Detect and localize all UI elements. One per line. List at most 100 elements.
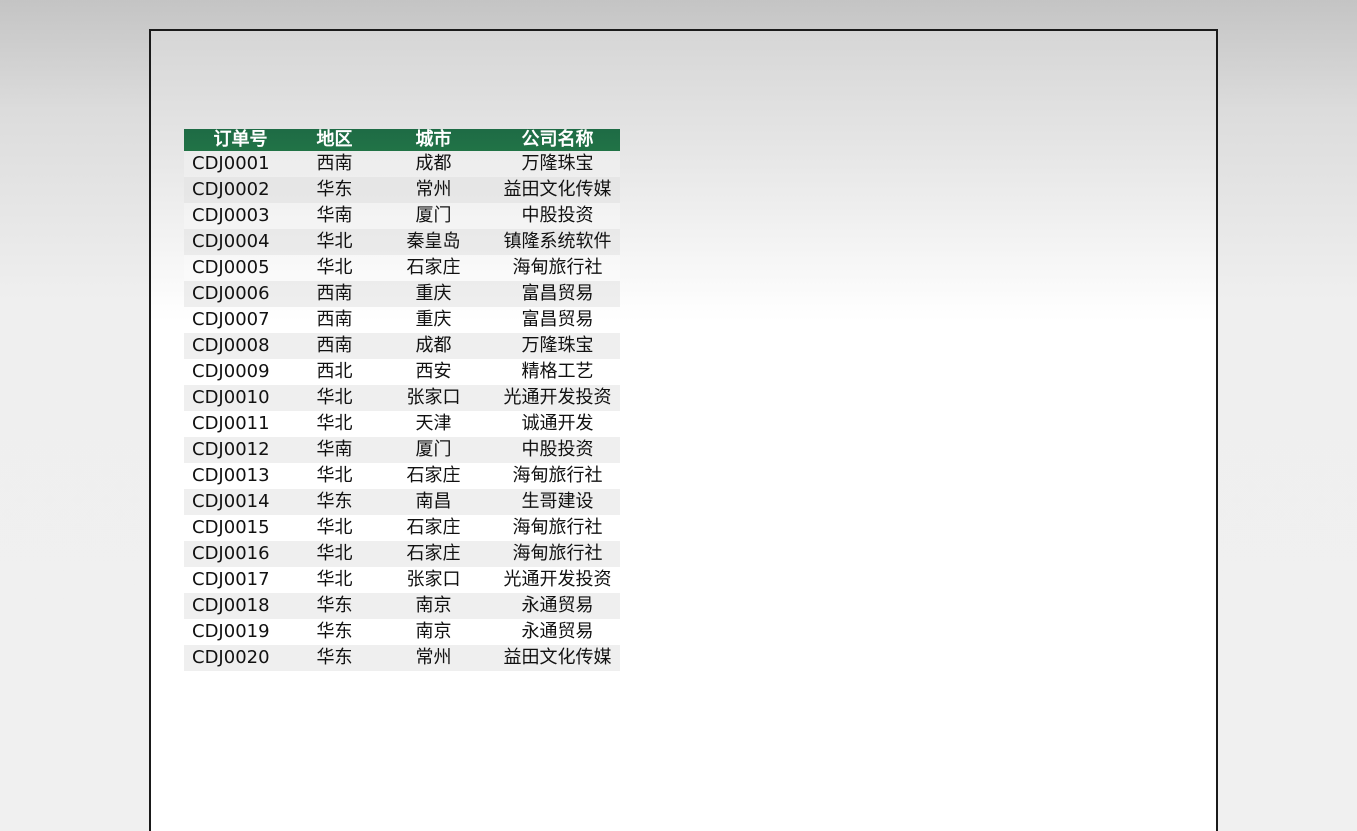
table-row: CDJ0019 华东 南京 永通贸易 <box>184 619 620 645</box>
cell-city[interactable]: 南昌 <box>372 489 495 515</box>
table-body: CDJ0001 西南 成都 万隆珠宝 CDJ0002 华东 常州 益田文化传媒 CDJ0003 华… <box>184 151 620 671</box>
cell-region[interactable]: 华北 <box>297 411 372 437</box>
table-row: CDJ0006 西南 重庆 富昌贸易 <box>184 281 620 307</box>
cell-order-id[interactable]: CDJ0010 <box>184 385 297 411</box>
table-row: CDJ0005 华北 石家庄 海甸旅行社 <box>184 255 620 281</box>
cell-region[interactable]: 西南 <box>297 151 372 177</box>
cell-company-name[interactable]: 益田文化传媒 <box>495 177 620 203</box>
cell-company-name[interactable]: 海甸旅行社 <box>495 255 620 281</box>
header-company-name[interactable]: 公司名称 <box>495 129 620 151</box>
cell-order-id[interactable]: CDJ0009 <box>184 359 297 385</box>
cell-order-id[interactable]: CDJ0013 <box>184 463 297 489</box>
cell-city[interactable]: 石家庄 <box>372 255 495 281</box>
table-header-row: 订单号 地区 城市 公司名称 <box>184 129 620 151</box>
orders-table: 订单号 地区 城市 公司名称 CDJ0001 西南 成都 万隆珠宝 CDJ0002 华东常… <box>184 129 620 671</box>
cell-city[interactable]: 重庆 <box>372 281 495 307</box>
table-row: CDJ0008 西南 成都 万隆珠宝 <box>184 333 620 359</box>
cell-order-id[interactable]: CDJ0020 <box>184 645 297 671</box>
cell-region[interactable]: 华东 <box>297 619 372 645</box>
cell-company-name[interactable]: 永通贸易 <box>495 619 620 645</box>
cell-order-id[interactable]: CDJ0016 <box>184 541 297 567</box>
table-row: CDJ0016 华北 石家庄 海甸旅行社 <box>184 541 620 567</box>
cell-city[interactable]: 南京 <box>372 593 495 619</box>
cell-order-id[interactable]: CDJ0004 <box>184 229 297 255</box>
cell-order-id[interactable]: CDJ0011 <box>184 411 297 437</box>
cell-city[interactable]: 厦门 <box>372 203 495 229</box>
cell-company-name[interactable]: 光通开发投资 <box>495 567 620 593</box>
cell-region[interactable]: 西南 <box>297 307 372 333</box>
cell-city[interactable]: 成都 <box>372 333 495 359</box>
cell-region[interactable]: 华东 <box>297 489 372 515</box>
cell-company-name[interactable]: 永通贸易 <box>495 593 620 619</box>
cell-order-id[interactable]: CDJ0007 <box>184 307 297 333</box>
header-region[interactable]: 地区 <box>297 129 372 151</box>
table-row: CDJ0015 华北 石家庄 海甸旅行社 <box>184 515 620 541</box>
cell-city[interactable]: 重庆 <box>372 307 495 333</box>
cell-region[interactable]: 华东 <box>297 645 372 671</box>
cell-region[interactable]: 华北 <box>297 463 372 489</box>
cell-region[interactable]: 西北 <box>297 359 372 385</box>
cell-order-id[interactable]: CDJ0018 <box>184 593 297 619</box>
cell-region[interactable]: 西南 <box>297 281 372 307</box>
cell-order-id[interactable]: CDJ0014 <box>184 489 297 515</box>
cell-company-name[interactable]: 精格工艺 <box>495 359 620 385</box>
header-order-id[interactable]: 订单号 <box>184 129 297 151</box>
cell-company-name[interactable]: 诚通开发 <box>495 411 620 437</box>
table-row: CDJ0002 华东 常州 益田文化传媒 <box>184 177 620 203</box>
table-row: CDJ0013 华北 石家庄 海甸旅行社 <box>184 463 620 489</box>
cell-order-id[interactable]: CDJ0017 <box>184 567 297 593</box>
cell-city[interactable]: 常州 <box>372 177 495 203</box>
cell-company-name[interactable]: 光通开发投资 <box>495 385 620 411</box>
cell-city[interactable]: 石家庄 <box>372 515 495 541</box>
cell-order-id[interactable]: CDJ0001 <box>184 151 297 177</box>
cell-city[interactable]: 西安 <box>372 359 495 385</box>
document-page: 订单号 地区 城市 公司名称 CDJ0001 西南 成都 万隆珠宝 CDJ0002 华东常… <box>149 29 1218 831</box>
cell-city[interactable]: 秦皇岛 <box>372 229 495 255</box>
cell-region[interactable]: 华北 <box>297 567 372 593</box>
cell-region[interactable]: 华北 <box>297 541 372 567</box>
cell-order-id[interactable]: CDJ0006 <box>184 281 297 307</box>
cell-company-name[interactable]: 富昌贸易 <box>495 281 620 307</box>
cell-company-name[interactable]: 富昌贸易 <box>495 307 620 333</box>
cell-city[interactable]: 南京 <box>372 619 495 645</box>
cell-company-name[interactable]: 海甸旅行社 <box>495 515 620 541</box>
cell-company-name[interactable]: 镇隆系统软件 <box>495 229 620 255</box>
cell-region[interactable]: 华南 <box>297 437 372 463</box>
cell-order-id[interactable]: CDJ0008 <box>184 333 297 359</box>
cell-city[interactable]: 石家庄 <box>372 463 495 489</box>
cell-region[interactable]: 华北 <box>297 255 372 281</box>
cell-order-id[interactable]: CDJ0015 <box>184 515 297 541</box>
header-city[interactable]: 城市 <box>372 129 495 151</box>
cell-region[interactable]: 华北 <box>297 229 372 255</box>
cell-company-name[interactable]: 中股投资 <box>495 437 620 463</box>
table-row: CDJ0001 西南 成都 万隆珠宝 <box>184 151 620 177</box>
cell-city[interactable]: 张家口 <box>372 385 495 411</box>
cell-city[interactable]: 常州 <box>372 645 495 671</box>
cell-region[interactable]: 华东 <box>297 593 372 619</box>
cell-company-name[interactable]: 海甸旅行社 <box>495 541 620 567</box>
cell-region[interactable]: 西南 <box>297 333 372 359</box>
cell-order-id[interactable]: CDJ0002 <box>184 177 297 203</box>
table-row: CDJ0018 华东 南京 永通贸易 <box>184 593 620 619</box>
cell-company-name[interactable]: 益田文化传媒 <box>495 645 620 671</box>
cell-region[interactable]: 华东 <box>297 177 372 203</box>
cell-region[interactable]: 华北 <box>297 515 372 541</box>
cell-company-name[interactable]: 万隆珠宝 <box>495 151 620 177</box>
cell-city[interactable]: 石家庄 <box>372 541 495 567</box>
cell-order-id[interactable]: CDJ0003 <box>184 203 297 229</box>
cell-city[interactable]: 成都 <box>372 151 495 177</box>
cell-region[interactable]: 华南 <box>297 203 372 229</box>
table-row: CDJ0010 华北 张家口 光通开发投资 <box>184 385 620 411</box>
table-row: CDJ0020 华东 常州 益田文化传媒 <box>184 645 620 671</box>
cell-company-name[interactable]: 万隆珠宝 <box>495 333 620 359</box>
cell-city[interactable]: 厦门 <box>372 437 495 463</box>
cell-region[interactable]: 华北 <box>297 385 372 411</box>
cell-company-name[interactable]: 海甸旅行社 <box>495 463 620 489</box>
cell-city[interactable]: 张家口 <box>372 567 495 593</box>
cell-company-name[interactable]: 中股投资 <box>495 203 620 229</box>
cell-company-name[interactable]: 生哥建设 <box>495 489 620 515</box>
cell-order-id[interactable]: CDJ0005 <box>184 255 297 281</box>
cell-order-id[interactable]: CDJ0019 <box>184 619 297 645</box>
cell-order-id[interactable]: CDJ0012 <box>184 437 297 463</box>
cell-city[interactable]: 天津 <box>372 411 495 437</box>
